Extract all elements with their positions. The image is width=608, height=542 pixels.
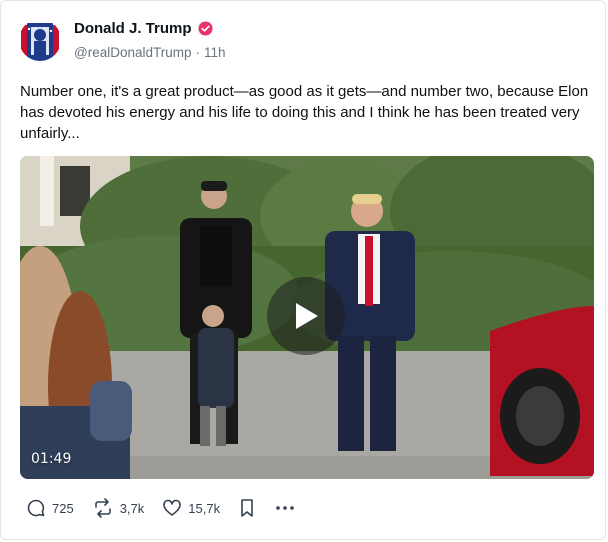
post-card: Donald J. Trump @realDonaldTrump · 11h N… [0, 0, 606, 540]
reply-icon [27, 499, 45, 517]
repost-button[interactable]: 3,7k [92, 498, 145, 518]
author-handle[interactable]: @realDonaldTrump [74, 45, 192, 60]
author-meta: @realDonaldTrump · 11h [74, 45, 226, 60]
avatar[interactable] [19, 19, 61, 61]
reply-button[interactable]: 725 [26, 498, 74, 518]
reply-count: 725 [52, 500, 74, 516]
post-time[interactable]: 11h [204, 45, 226, 60]
heart-icon [163, 499, 182, 516]
post-text: Number one, it's a great product—as good… [20, 83, 589, 142]
like-button[interactable]: 15,7k [162, 498, 220, 518]
bookmark-button[interactable] [238, 498, 256, 518]
bookmark-icon [241, 499, 253, 517]
author-name[interactable]: Donald J. Trump [74, 20, 192, 37]
repost-count: 3,7k [119, 500, 145, 516]
video-duration: 01:49 [31, 451, 72, 467]
more-icon [276, 506, 294, 510]
repost-icon [94, 498, 111, 518]
like-count: 15,7k [188, 500, 221, 516]
play-button[interactable] [267, 277, 345, 355]
action-bar: 725 3,7k 15,7k [26, 498, 314, 518]
meta-separator: · [195, 45, 201, 60]
play-icon [296, 303, 318, 329]
author-row: Donald J. Trump [74, 20, 213, 37]
more-options-button[interactable] [274, 498, 296, 518]
verified-badge-icon [197, 21, 213, 36]
